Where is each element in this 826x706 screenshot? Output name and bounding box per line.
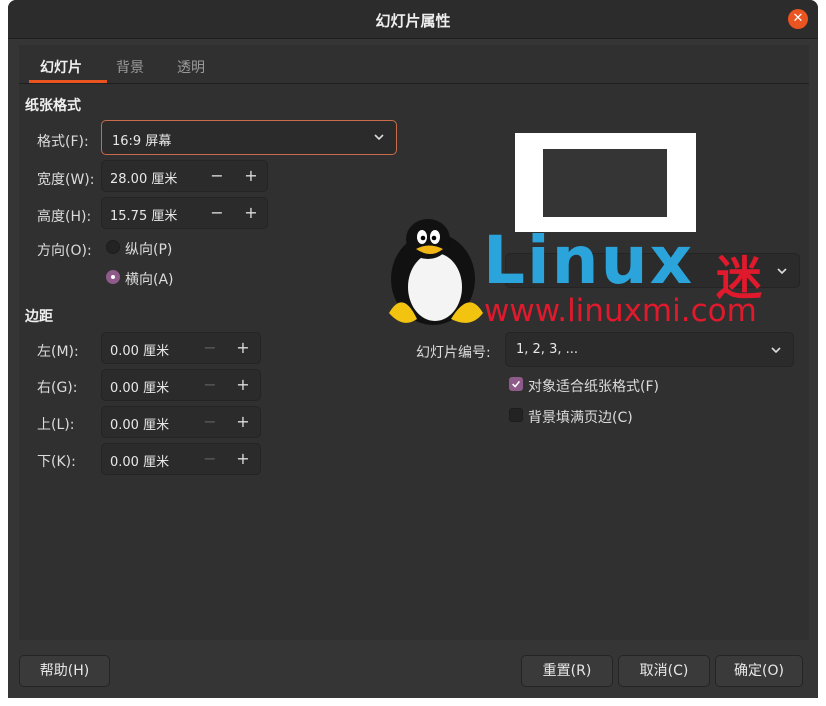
format-value: 16:9 屏幕 xyxy=(112,134,172,149)
dialog-window: 幻灯片属性 ✕ 幻灯片 背景 透明 纸张格式 格式(F): 16:9 屏幕 宽度… xyxy=(8,0,818,698)
format-label: 格式(F): xyxy=(37,134,89,150)
margin-bottom-label: 下(K): xyxy=(37,454,76,470)
checkmark-icon xyxy=(512,380,521,388)
height-decrement-button[interactable]: − xyxy=(203,201,231,225)
chevron-down-icon xyxy=(374,134,384,141)
width-decrement-button[interactable]: − xyxy=(203,164,231,188)
margin-right-label: 右(G): xyxy=(37,380,78,396)
fit-object-checkbox[interactable] xyxy=(509,377,523,391)
fill-border-checkbox[interactable] xyxy=(509,408,523,422)
margin-bottom-spinbox[interactable]: 0.00 厘米 − + xyxy=(101,443,261,475)
margin-bottom-decrement-button[interactable]: − xyxy=(196,447,224,471)
slide-numbers-label: 幻灯片编号: xyxy=(416,345,491,361)
close-icon: ✕ xyxy=(792,11,804,26)
margin-right-value: 0.00 厘米 xyxy=(110,381,170,396)
height-spinbox[interactable]: 15.75 厘米 − + xyxy=(101,197,268,229)
width-label: 宽度(W): xyxy=(37,172,95,188)
portrait-label[interactable]: 纵向(P) xyxy=(125,239,172,259)
margin-left-decrement-button[interactable]: − xyxy=(196,336,224,360)
margin-top-spinbox[interactable]: 0.00 厘米 − + xyxy=(101,406,261,438)
margin-right-increment-button[interactable]: + xyxy=(229,373,257,397)
margin-bottom-value: 0.00 厘米 xyxy=(110,455,170,470)
tab-transparency[interactable]: 透明 xyxy=(177,57,205,77)
title-bar: 幻灯片属性 ✕ xyxy=(8,0,818,39)
portrait-radio[interactable] xyxy=(106,240,120,254)
slide-numbers-value: 1, 2, 3, ... xyxy=(516,342,579,357)
tab-slide[interactable]: 幻灯片 xyxy=(40,57,82,77)
page-preview xyxy=(515,133,696,232)
landscape-label[interactable]: 横向(A) xyxy=(125,269,174,289)
fit-object-label[interactable]: 对象适合纸张格式(F) xyxy=(528,376,659,396)
margin-left-value: 0.00 厘米 xyxy=(110,344,170,359)
margin-top-label: 上(L): xyxy=(37,417,75,433)
margin-left-spinbox[interactable]: 0.00 厘米 − + xyxy=(101,332,261,364)
margin-top-value: 0.00 厘米 xyxy=(110,418,170,433)
width-increment-button[interactable]: + xyxy=(237,164,265,188)
width-value: 28.00 厘米 xyxy=(110,172,178,187)
margin-right-decrement-button[interactable]: − xyxy=(196,373,224,397)
chevron-down-icon xyxy=(771,347,781,354)
close-button[interactable]: ✕ xyxy=(788,9,808,29)
margin-bottom-increment-button[interactable]: + xyxy=(229,447,257,471)
active-tab-indicator xyxy=(29,80,107,83)
margin-top-increment-button[interactable]: + xyxy=(229,410,257,434)
watermark-url: www.linuxmi.com xyxy=(484,293,757,329)
margin-top-decrement-button[interactable]: − xyxy=(196,410,224,434)
watermark-brand: Linux xyxy=(483,222,695,299)
page-preview-content-area xyxy=(543,149,667,217)
margins-heading: 边距 xyxy=(25,309,53,325)
height-label: 高度(H): xyxy=(37,209,92,225)
margin-right-spinbox[interactable]: 0.00 厘米 − + xyxy=(101,369,261,401)
chevron-down-icon xyxy=(777,268,787,275)
slide-numbers-select[interactable]: 1, 2, 3, ... xyxy=(505,332,794,367)
reset-button[interactable]: 重置(R) xyxy=(521,655,613,687)
margin-left-increment-button[interactable]: + xyxy=(229,336,257,360)
format-select[interactable]: 16:9 屏幕 xyxy=(101,120,397,155)
tab-background[interactable]: 背景 xyxy=(116,57,144,77)
window-title: 幻灯片属性 xyxy=(375,12,451,30)
tab-bar: 幻灯片 背景 透明 xyxy=(19,45,809,84)
landscape-radio[interactable] xyxy=(106,270,120,284)
cancel-button[interactable]: 取消(C) xyxy=(618,655,710,687)
orientation-label: 方向(O): xyxy=(37,243,92,259)
margin-left-label: 左(M): xyxy=(37,344,79,360)
ok-button[interactable]: 确定(O) xyxy=(715,655,803,687)
width-spinbox[interactable]: 28.00 厘米 − + xyxy=(101,160,268,192)
height-value: 15.75 厘米 xyxy=(110,209,178,224)
paper-format-heading: 纸张格式 xyxy=(25,98,81,114)
fill-border-label[interactable]: 背景填满页边(C) xyxy=(528,407,633,427)
help-button[interactable]: 帮助(H) xyxy=(19,655,110,687)
tux-penguin-icon xyxy=(389,219,483,325)
height-increment-button[interactable]: + xyxy=(237,201,265,225)
